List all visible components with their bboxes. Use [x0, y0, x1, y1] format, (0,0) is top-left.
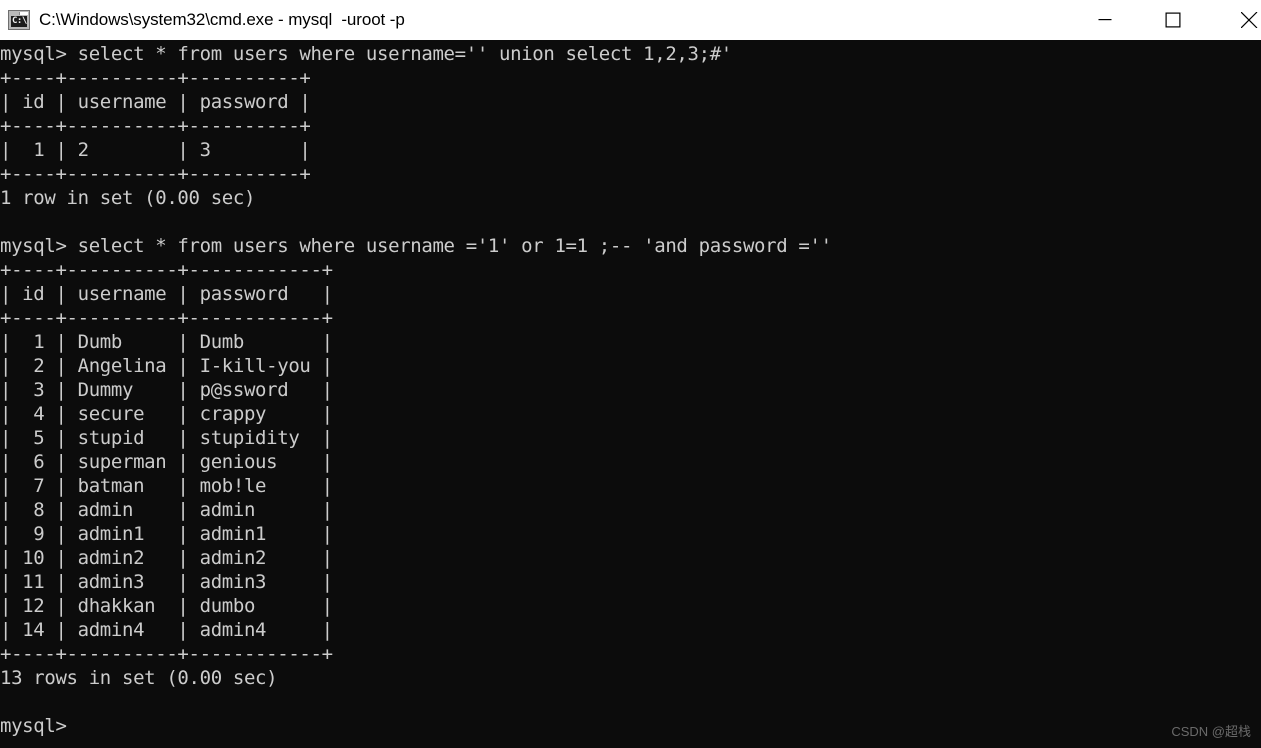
- terminal-line: | 8 | admin | admin |: [0, 499, 333, 521]
- maximize-button[interactable]: [1139, 0, 1207, 40]
- terminal-line: | 3 | Dummy | p@ssword |: [0, 379, 333, 401]
- window-title: C:\Windows\system32\cmd.exe - mysql -uro…: [39, 10, 405, 29]
- terminal-line: +----+----------+------------+: [0, 307, 333, 329]
- terminal-output: mysql> select * from users where usernam…: [0, 42, 1261, 738]
- terminal-line: mysql>: [0, 715, 67, 737]
- terminal-line: | 10 | admin2 | admin2 |: [0, 547, 333, 569]
- terminal-line: | 6 | superman | genious |: [0, 451, 333, 473]
- terminal-line: | id | username | password |: [0, 91, 311, 113]
- csdn-watermark: CSDN @超栈: [1171, 724, 1251, 739]
- terminal-line: +----+----------+----------+: [0, 163, 311, 185]
- terminal-line: | 1 | 2 | 3 |: [0, 139, 311, 161]
- terminal-line: | 2 | Angelina | I-kill-you |: [0, 355, 333, 377]
- terminal-line: mysql> select * from users where usernam…: [0, 43, 732, 65]
- minimize-button[interactable]: [1071, 0, 1139, 40]
- terminal-line: 13 rows in set (0.00 sec): [0, 667, 278, 689]
- terminal-line: | 1 | Dumb | Dumb |: [0, 331, 333, 353]
- cmd-window: C:\ C:\Windows\system32\cmd.exe - mysql …: [0, 0, 1261, 748]
- terminal-screen[interactable]: mysql> select * from users where usernam…: [0, 40, 1261, 748]
- terminal-line: | 14 | admin4 | admin4 |: [0, 619, 333, 641]
- terminal-line: +----+----------+----------+: [0, 115, 311, 137]
- icon-titlebar-strip: [19, 12, 28, 15]
- cmd-exe-icon: C:\: [8, 10, 30, 30]
- window-titlebar[interactable]: C:\ C:\Windows\system32\cmd.exe - mysql …: [0, 0, 1261, 40]
- icon-prompt-text: C:\: [11, 16, 27, 27]
- terminal-line: | 5 | stupid | stupidity |: [0, 427, 333, 449]
- terminal-line: +----+----------+----------+: [0, 67, 311, 89]
- terminal-line: | 7 | batman | mob!le |: [0, 475, 333, 497]
- terminal-line: | id | username | password |: [0, 283, 333, 305]
- minimize-icon: [1098, 19, 1112, 21]
- terminal-line: | 12 | dhakkan | dumbo |: [0, 595, 333, 617]
- window-controls: [1071, 0, 1261, 40]
- close-button[interactable]: [1207, 0, 1261, 40]
- terminal-line: 1 row in set (0.00 sec): [0, 187, 256, 209]
- terminal-line: | 4 | secure | crappy |: [0, 403, 333, 425]
- maximize-icon: [1165, 12, 1181, 28]
- terminal-line: | 11 | admin3 | admin3 |: [0, 571, 333, 593]
- terminal-line: mysql> select * from users where usernam…: [0, 235, 832, 257]
- terminal-line: | 9 | admin1 | admin1 |: [0, 523, 333, 545]
- close-icon: [1241, 12, 1258, 28]
- terminal-line: +----+----------+------------+: [0, 643, 333, 665]
- terminal-line: +----+----------+------------+: [0, 259, 333, 281]
